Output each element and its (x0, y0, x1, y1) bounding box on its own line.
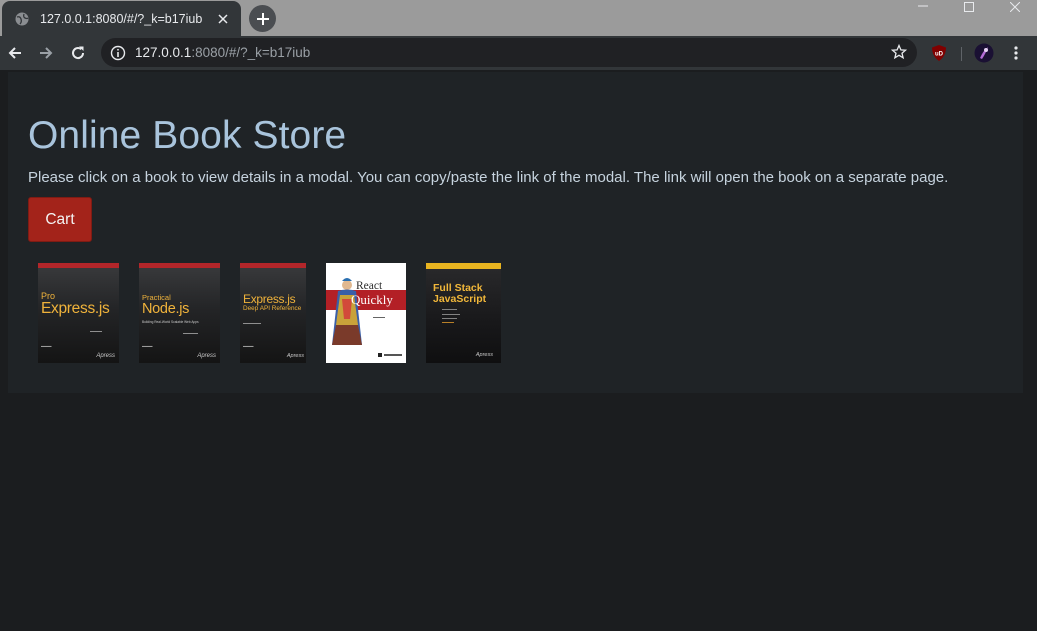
cover-band (139, 263, 220, 268)
book-title-line2: JavaScript (433, 292, 487, 305)
browser-menu-button[interactable] (1003, 40, 1029, 66)
cover-author: ▬▬▬ (41, 344, 52, 348)
plus-icon (256, 12, 269, 25)
book-title-line2: Deep API Reference (243, 305, 302, 312)
publisher-label: Apress (475, 352, 493, 358)
book-cover-full-stack-javascript[interactable]: Full Stack JavaScript ▬▬▬▬▬ ▬▬▬▬▬▬ ▬▬▬▬▬ ▬… (426, 263, 501, 363)
url-host: 127.0.0.1 (135, 45, 192, 60)
book-title-line2: Quickly (351, 292, 393, 307)
cover-author: ▬▬▬ (243, 344, 254, 348)
publisher-label: Apress (286, 353, 304, 359)
arrow-right-icon (40, 47, 53, 59)
forward-button[interactable] (33, 40, 59, 66)
cover-author: ▬▬▬ (142, 344, 153, 348)
tab-strip: 127.0.0.1:8080/#/?_k=b17iub (0, 0, 1037, 36)
cover-author: ▬▬▬▬ (373, 315, 385, 319)
browser-toolbar: 127.0.0.1:8080/#/?_k=b17iub uD (0, 36, 1037, 70)
page-viewport: Online Book Store Please click on a book… (0, 70, 1037, 631)
book-subtitle: Building Real-World Scalable Web Apps (142, 320, 199, 324)
book-title-line1: Express.js (243, 292, 296, 306)
avatar (974, 43, 994, 63)
cover-blurb: ▬▬▬▬▬▬ (243, 321, 261, 325)
book-cover-pro-express[interactable]: Pro Express.js ▬▬▬▬ ▬▬▬ Apress (38, 263, 119, 363)
info-icon[interactable] (110, 45, 126, 61)
book-cover-practical-node[interactable]: Practical Node.js Building Real-World Sc… (139, 263, 220, 363)
cover-author: ▬▬▬▬ (442, 320, 454, 324)
maximize-icon (963, 2, 974, 12)
cover-blurb: ▬▬▬▬▬ ▬▬▬▬▬▬ ▬▬▬▬▬ (442, 307, 460, 320)
ublock-extension-button[interactable]: uD (926, 40, 952, 66)
tab-title: 127.0.0.1:8080/#/?_k=b17iub (40, 11, 203, 26)
toolbar-divider (961, 47, 962, 61)
page-title: Online Book Store (28, 114, 347, 157)
cart-button[interactable]: Cart (28, 197, 92, 242)
arrow-left-icon (8, 47, 21, 59)
close-tab-icon[interactable] (215, 11, 231, 27)
store-panel: Online Book Store Please click on a book… (8, 72, 1023, 393)
maximize-button[interactable] (946, 0, 991, 14)
minimize-button[interactable] (900, 0, 945, 14)
ublock-shield-icon: uD (932, 45, 946, 61)
new-tab-button[interactable] (249, 5, 276, 32)
book-cover-react-quickly[interactable]: React Quickly ▬▬▬▬ (326, 263, 406, 363)
cover-subtitle: ▬▬▬▬ (90, 329, 102, 333)
bookmark-star-icon[interactable] (891, 44, 907, 60)
reload-icon (72, 46, 85, 60)
cover-blurb: ▬▬▬▬▬ (183, 331, 198, 335)
browser-tab[interactable]: 127.0.0.1:8080/#/?_k=b17iub (2, 1, 241, 36)
cover-band (38, 263, 119, 268)
minimize-icon (917, 5, 928, 7)
page-description: Please click on a book to view details i… (28, 169, 949, 186)
address-bar[interactable]: 127.0.0.1:8080/#/?_k=b17iub (101, 38, 917, 67)
book-cover-express-deep-api[interactable]: Express.js Deep API Reference ▬▬▬▬▬▬ ▬▬▬… (240, 263, 306, 363)
profile-button[interactable] (971, 40, 997, 66)
window-close-button[interactable] (992, 0, 1037, 14)
kebab-menu-icon (1014, 46, 1018, 60)
publisher-logo (378, 353, 402, 357)
book-title-line1: React (356, 280, 383, 292)
reload-button[interactable] (65, 40, 91, 66)
book-title-line2: Node.js (142, 301, 190, 317)
extension-label: uD (935, 52, 944, 58)
globe-icon (15, 12, 29, 25)
url-text: 127.0.0.1:8080/#/?_k=b17iub (135, 45, 310, 60)
publisher-label: Apress (96, 353, 115, 359)
publisher-label: Apress (197, 353, 216, 359)
book-title: Full Stack JavaScript (433, 283, 486, 304)
window-close-icon (1009, 2, 1020, 12)
back-button[interactable] (2, 40, 28, 66)
cover-band (240, 263, 306, 268)
book-title-line2: Express.js (41, 300, 110, 317)
url-path: :8080/#/?_k=b17iub (191, 45, 311, 60)
cover-band (426, 263, 501, 269)
